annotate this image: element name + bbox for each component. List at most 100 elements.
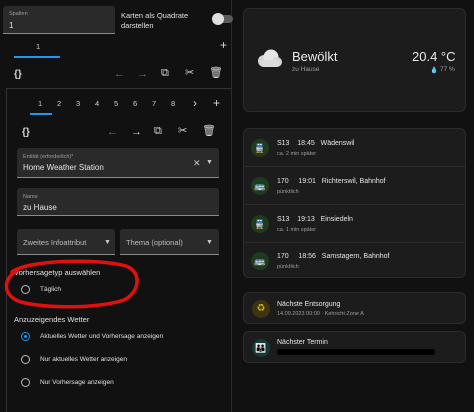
- display-option-3-label: Nur Vorhersage anzeigen: [40, 379, 114, 386]
- departure-status: ca. 1 min später: [277, 227, 317, 233]
- departure-status: pünktlich: [277, 189, 299, 195]
- columns-value: 1: [9, 21, 14, 30]
- waste-card[interactable]: ♻ Nächste Entsorgung 14.09.2023 00:00 · …: [243, 292, 466, 324]
- departure-destination: Richterswil, Bahnhof: [321, 178, 386, 185]
- theme-placeholder: Thema (optional): [126, 238, 183, 247]
- card-editor-panel: Spalten 1 Karten als Quadrate darstellen…: [0, 0, 233, 412]
- inner-tab-1-indicator: [30, 113, 52, 115]
- cut-icon[interactable]: ✂: [185, 68, 194, 79]
- people-icon: 👪: [252, 339, 270, 357]
- arrow-right-icon[interactable]: →: [131, 127, 142, 138]
- square-cards-label-line2: darstellen: [121, 21, 154, 30]
- recycle-icon: ♻: [252, 300, 270, 318]
- display-option-1-label: Aktuelles Wetter und Vorhersage anzeigen: [40, 333, 164, 340]
- name-label: Name: [23, 194, 38, 200]
- arrow-right-icon[interactable]: →: [137, 69, 148, 80]
- departure-row[interactable]: 🚌 170 18:56 Samstagern, Bahnhof pünktlic…: [244, 243, 467, 279]
- departure-line: S13: [277, 216, 290, 223]
- entity-value: Home Weather Station: [23, 163, 104, 172]
- departure-main: S13 19:13 Einsiedeln: [277, 216, 353, 223]
- redaction-bar: [277, 349, 435, 355]
- departure-time: 19:13: [297, 216, 315, 223]
- inner-tab-7[interactable]: 7: [152, 99, 156, 108]
- departure-time: 19:01: [298, 178, 316, 185]
- code-editor-icon[interactable]: {}: [14, 70, 22, 80]
- theme-select[interactable]: Thema (optional) ▼: [120, 229, 219, 255]
- add-card-icon[interactable]: +: [220, 38, 227, 52]
- arrow-left-icon[interactable]: ←: [114, 69, 125, 80]
- weather-location: zu Hause: [292, 66, 320, 73]
- second-info-placeholder: Zweites Infoattribut: [23, 238, 87, 247]
- weather-card[interactable]: Bewölkt zu Hause 20.4 °C 💧 77 %: [243, 8, 466, 112]
- square-cards-label-line1: Karten als Quadrate: [121, 11, 189, 20]
- delete-icon[interactable]: 🗑: [209, 68, 223, 79]
- waste-detail: 14.09.2023 00:00 · Kehricht Zone A: [277, 311, 364, 317]
- inner-tab-6[interactable]: 6: [133, 99, 137, 108]
- display-title: Anzuzeigendes Wetter: [14, 315, 90, 324]
- inner-tab-2[interactable]: 2: [57, 99, 61, 108]
- name-value: zu Hause: [23, 203, 57, 212]
- appointment-title: Nächster Termin: [277, 339, 328, 346]
- weather-condition: Bewölkt: [292, 49, 338, 64]
- bus-icon: 🚌: [251, 252, 269, 270]
- cloud-icon: [258, 49, 282, 67]
- display-option-2-radio[interactable]: [21, 355, 30, 364]
- square-cards-label: Karten als Quadrate darstellen: [121, 11, 188, 31]
- tab-card-1-indicator: [14, 56, 60, 58]
- waste-title: Nächste Entsorgung: [277, 301, 341, 308]
- add-subcard-icon[interactable]: +: [213, 96, 220, 110]
- inner-tab-bar: 1 2 3 4 5 6 7 8: [38, 99, 198, 111]
- chevron-down-icon[interactable]: ▼: [206, 159, 213, 166]
- train-icon: 🚆: [251, 139, 269, 157]
- inner-tab-1[interactable]: 1: [38, 99, 42, 108]
- appointment-card[interactable]: 👪 Nächster Termin: [243, 331, 466, 363]
- departure-line: S13: [277, 140, 290, 147]
- second-info-select[interactable]: Zweites Infoattribut ▼: [17, 229, 115, 255]
- departures-card: 🚆 S13 18:45 Wädenswil ca. 2 min später 🚌…: [243, 128, 466, 278]
- delete-icon[interactable]: 🗑: [202, 126, 216, 137]
- red-annotation-circle: [4, 259, 139, 309]
- square-cards-toggle[interactable]: [212, 13, 233, 25]
- departure-main: 170 19:01 Richterswil, Bahnhof: [277, 178, 386, 185]
- entity-label: Entität (erforderlich)*: [23, 154, 74, 160]
- departure-destination: Wädenswil: [320, 140, 355, 147]
- departure-status: ca. 2 min später: [277, 151, 317, 157]
- departure-line: 170: [277, 178, 289, 185]
- bus-icon: 🚌: [251, 177, 269, 195]
- departure-row[interactable]: 🚆 S13 18:45 Wädenswil ca. 2 min später: [244, 129, 467, 166]
- departure-time: 18:56: [298, 253, 316, 260]
- departure-main: 170 18:56 Samstagern, Bahnhof: [277, 253, 390, 260]
- departure-status: pünktlich: [277, 264, 299, 270]
- columns-field[interactable]: Spalten 1: [3, 6, 115, 34]
- departure-main: S13 18:45 Wädenswil: [277, 140, 354, 147]
- departure-line: 170: [277, 253, 289, 260]
- toggle-knob: [212, 13, 224, 25]
- chevron-right-icon[interactable]: ›: [193, 96, 197, 110]
- departure-row[interactable]: 🚆 S13 19:13 Einsiedeln ca. 1 min später: [244, 205, 467, 242]
- inner-tab-3[interactable]: 3: [76, 99, 80, 108]
- display-option-3-radio[interactable]: [21, 378, 30, 387]
- clear-icon[interactable]: ✕: [193, 158, 201, 169]
- inner-tab-5[interactable]: 5: [114, 99, 118, 108]
- copy-icon[interactable]: ⧉: [161, 68, 169, 79]
- tab-card-1[interactable]: 1: [36, 42, 40, 51]
- chevron-down-icon: ▼: [206, 239, 213, 246]
- humidity-icon: 💧: [430, 67, 439, 74]
- departure-destination: Samstagern, Bahnhof: [321, 253, 390, 260]
- cut-icon[interactable]: ✂: [178, 126, 187, 137]
- display-option-2-label: Nur aktuelles Wetter anzeigen: [40, 356, 127, 363]
- columns-label: Spalten: [9, 11, 28, 17]
- copy-icon[interactable]: ⧉: [154, 126, 162, 137]
- name-field[interactable]: Name zu Hause: [17, 188, 219, 216]
- departure-destination: Einsiedeln: [320, 216, 353, 223]
- departure-row[interactable]: 🚌 170 19:01 Richterswil, Bahnhof pünktli…: [244, 167, 467, 204]
- arrow-left-icon[interactable]: ←: [107, 127, 118, 138]
- display-option-1-radio[interactable]: [21, 332, 30, 341]
- code-editor-icon[interactable]: {}: [22, 128, 30, 138]
- entity-field[interactable]: Entität (erforderlich)* Home Weather Sta…: [17, 148, 219, 178]
- inner-tab-4[interactable]: 4: [95, 99, 99, 108]
- inner-tab-8[interactable]: 8: [171, 99, 175, 108]
- departure-time: 18:45: [297, 140, 315, 147]
- chevron-down-icon: ▼: [104, 239, 111, 246]
- train-icon: 🚆: [251, 215, 269, 233]
